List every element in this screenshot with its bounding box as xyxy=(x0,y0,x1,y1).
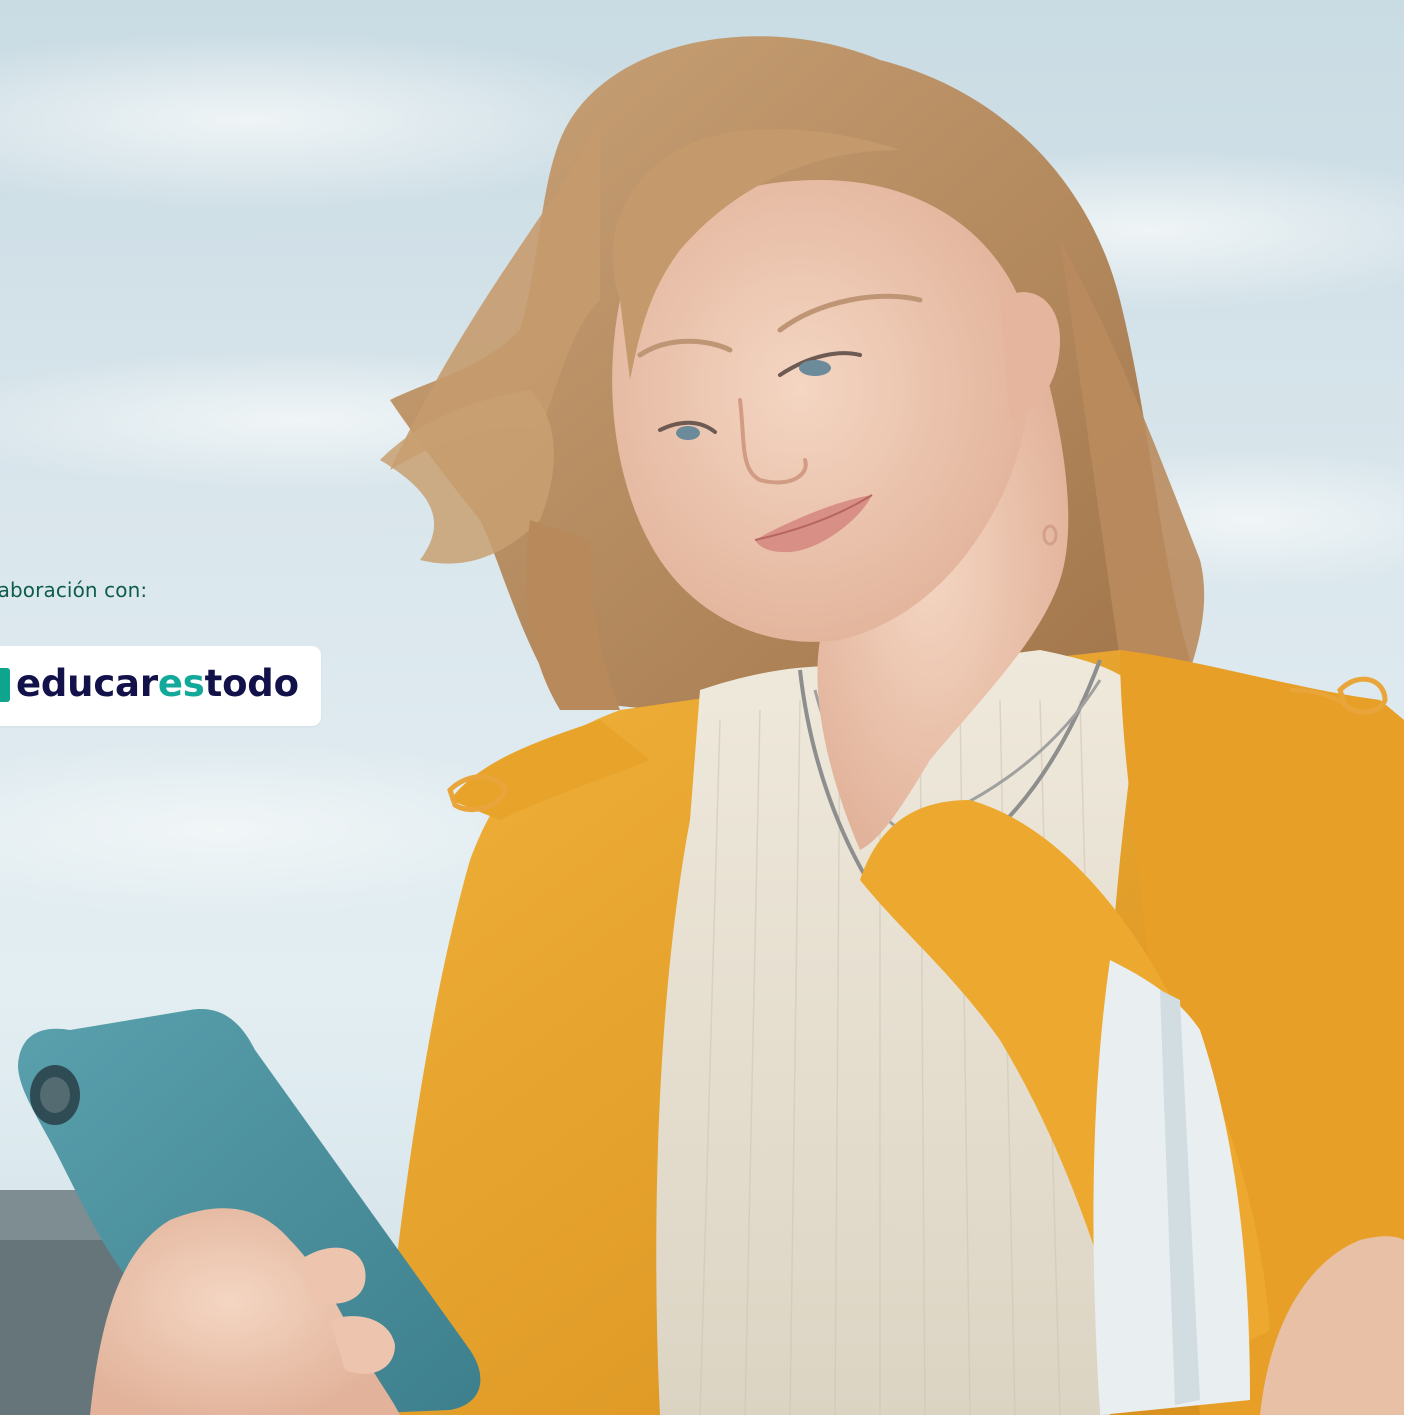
logo-word-todo: todo xyxy=(204,662,299,705)
logo-wordmark: educarestodo xyxy=(16,661,299,707)
logo-word-educar: educar xyxy=(16,662,158,705)
collaboration-text: laboración con: xyxy=(0,578,148,602)
educarestodo-logo[interactable]: educarestodo xyxy=(0,646,321,726)
logo-word-es: es xyxy=(157,662,205,705)
